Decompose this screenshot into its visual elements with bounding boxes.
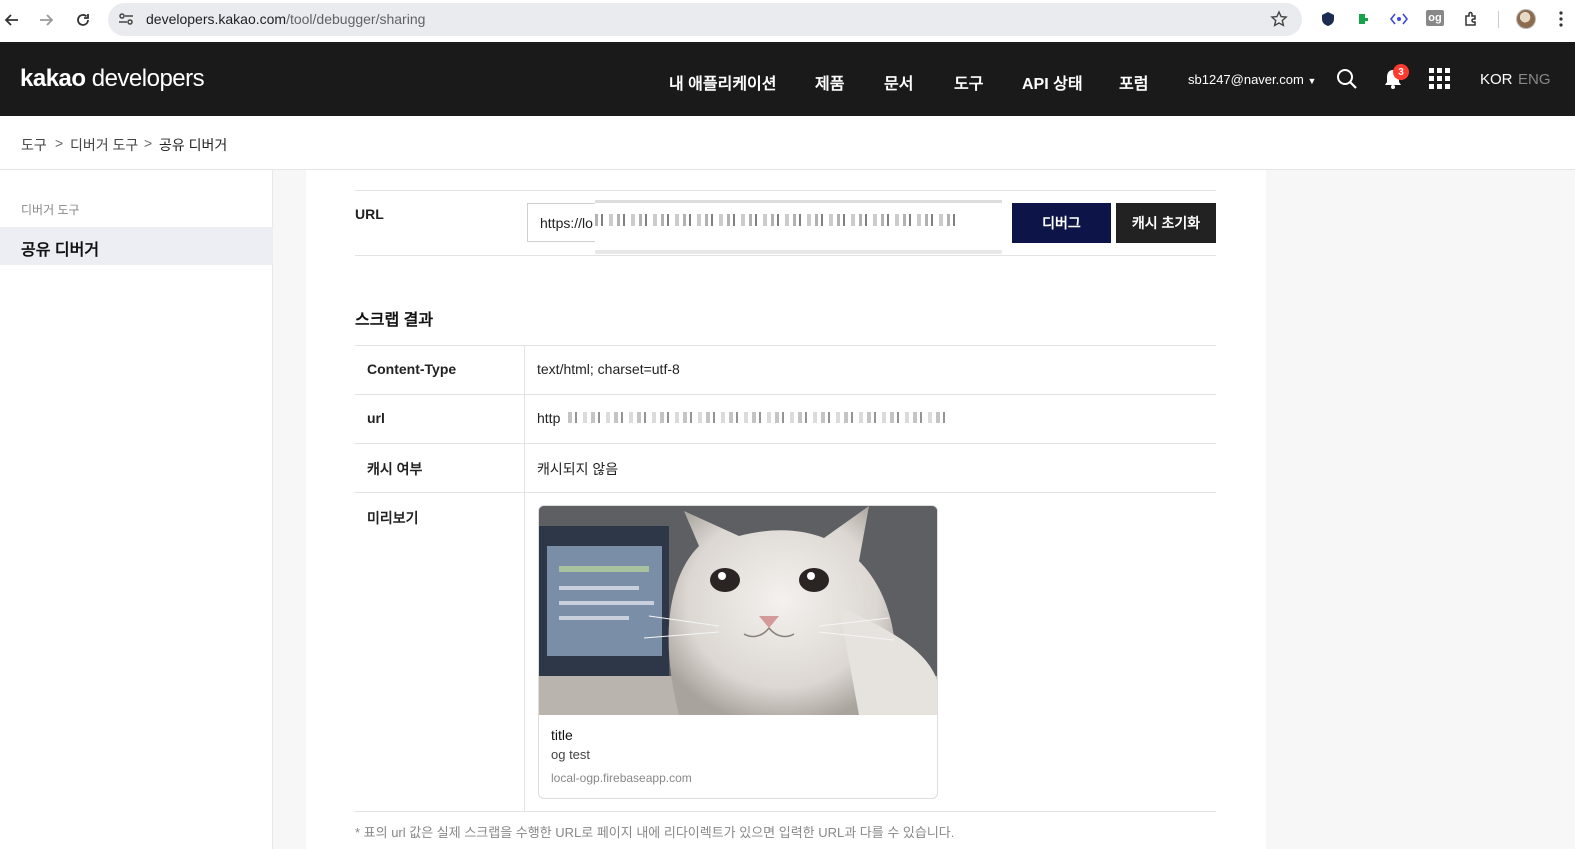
breadcrumb-debugger-tools[interactable]: 디버거 도구 xyxy=(70,135,138,155)
breadcrumb-current: 공유 디버거 xyxy=(159,137,228,153)
site-header: kakao developers 내 애플리케이션 제품 문서 도구 API 상… xyxy=(0,42,1575,116)
more-menu-icon[interactable] xyxy=(1552,10,1570,28)
link-preview-card[interactable]: title og test local-ogp.firebaseapp.com xyxy=(538,505,938,799)
table-column-divider xyxy=(524,345,525,811)
browser-toolbar: developers.kakao.com/tool/debugger/shari… xyxy=(0,0,1575,42)
extension-code-icon[interactable] xyxy=(1390,10,1408,28)
user-account-menu[interactable]: sb1247@naver.com ▼ xyxy=(1188,72,1316,87)
table-row: 캐시 여부 캐시되지 않음 xyxy=(355,443,1216,492)
clear-cache-button[interactable]: 캐시 초기화 xyxy=(1116,203,1216,243)
kakao-developers-logo[interactable]: kakao developers xyxy=(20,65,205,93)
breadcrumb-tools[interactable]: 도구 xyxy=(21,135,47,155)
breadcrumb-separator: > xyxy=(144,135,153,151)
row-value[interactable]: http xyxy=(537,410,560,426)
table-row: Content-Type text/html; charset=utf-8 xyxy=(355,345,1216,394)
main-content: . URL https://lo 디버그 캐시 초기화 스크랩 결과 Conte… xyxy=(306,170,1266,849)
back-icon[interactable] xyxy=(1,9,23,31)
apps-grid-icon[interactable] xyxy=(1429,68,1451,90)
site-settings-icon[interactable] xyxy=(117,10,135,28)
sidebar: 디버거 도구 공유 디버거 xyxy=(0,170,273,849)
toolbar-divider xyxy=(1498,11,1499,28)
debug-button[interactable]: 디버그 xyxy=(1012,203,1111,243)
address-text: developers.kakao.com/tool/debugger/shari… xyxy=(146,11,426,27)
row-label: 캐시 여부 xyxy=(367,461,423,477)
nav-my-applications[interactable]: 내 애플리케이션 xyxy=(669,70,777,94)
sidebar-item-sharing-debugger[interactable]: 공유 디버거 xyxy=(0,227,273,265)
nav-tools[interactable]: 도구 xyxy=(954,70,983,94)
url-input-value: https://lo xyxy=(540,215,593,231)
chevron-down-icon: ▼ xyxy=(1307,76,1317,86)
extensions-icon[interactable] xyxy=(1462,10,1480,28)
search-icon[interactable] xyxy=(1336,68,1358,90)
row-value: 캐시되지 않음 xyxy=(537,461,619,477)
sidebar-category: 디버거 도구 xyxy=(21,203,80,217)
footnote: * 표의 url 값은 실제 스크랩을 수행한 URL로 페이지 내에 리다이렉… xyxy=(355,825,955,840)
scrolled-description-text: . xyxy=(355,170,359,178)
nav-products[interactable]: 제품 xyxy=(815,70,844,94)
extension-og-icon[interactable]: og xyxy=(1426,10,1444,26)
url-label: URL xyxy=(355,206,384,222)
notification-badge: 3 xyxy=(1393,64,1409,80)
nav-api-status[interactable]: API 상태 xyxy=(1022,70,1083,94)
profile-avatar-icon[interactable] xyxy=(1516,9,1536,29)
row-label: 미리보기 xyxy=(367,510,419,526)
sidebar-item-label: 공유 디버거 xyxy=(21,242,100,259)
nav-docs[interactable]: 문서 xyxy=(884,70,913,94)
reload-icon[interactable] xyxy=(72,9,94,31)
address-bar[interactable]: developers.kakao.com/tool/debugger/shari… xyxy=(108,3,1302,36)
row-value: text/html; charset=utf-8 xyxy=(537,361,680,377)
extension-green-icon[interactable] xyxy=(1354,10,1372,28)
forward-icon[interactable] xyxy=(35,9,57,31)
bookmark-star-icon[interactable] xyxy=(1270,10,1288,28)
divider xyxy=(355,255,1216,256)
redacted-url-overlay xyxy=(595,200,1002,254)
preview-title: title xyxy=(551,727,573,743)
scrape-result-title: 스크랩 결과 xyxy=(355,312,434,329)
preview-image xyxy=(539,506,937,715)
nav-forum[interactable]: 포럼 xyxy=(1119,70,1148,94)
lang-eng[interactable]: ENG xyxy=(1518,71,1551,88)
preview-domain: local-ogp.firebaseapp.com xyxy=(551,771,692,785)
divider xyxy=(355,190,1216,191)
preview-description: og test xyxy=(551,747,591,762)
lang-kor[interactable]: KOR xyxy=(1480,71,1513,88)
breadcrumb: 도구 > 디버거 도구 > 공유 디버거 xyxy=(0,116,1575,170)
extension-shield-icon[interactable] xyxy=(1319,10,1337,28)
row-label: Content-Type xyxy=(367,361,457,377)
breadcrumb-separator: > xyxy=(55,135,64,151)
row-label: url xyxy=(367,410,385,426)
redacted-url-value xyxy=(568,412,950,423)
